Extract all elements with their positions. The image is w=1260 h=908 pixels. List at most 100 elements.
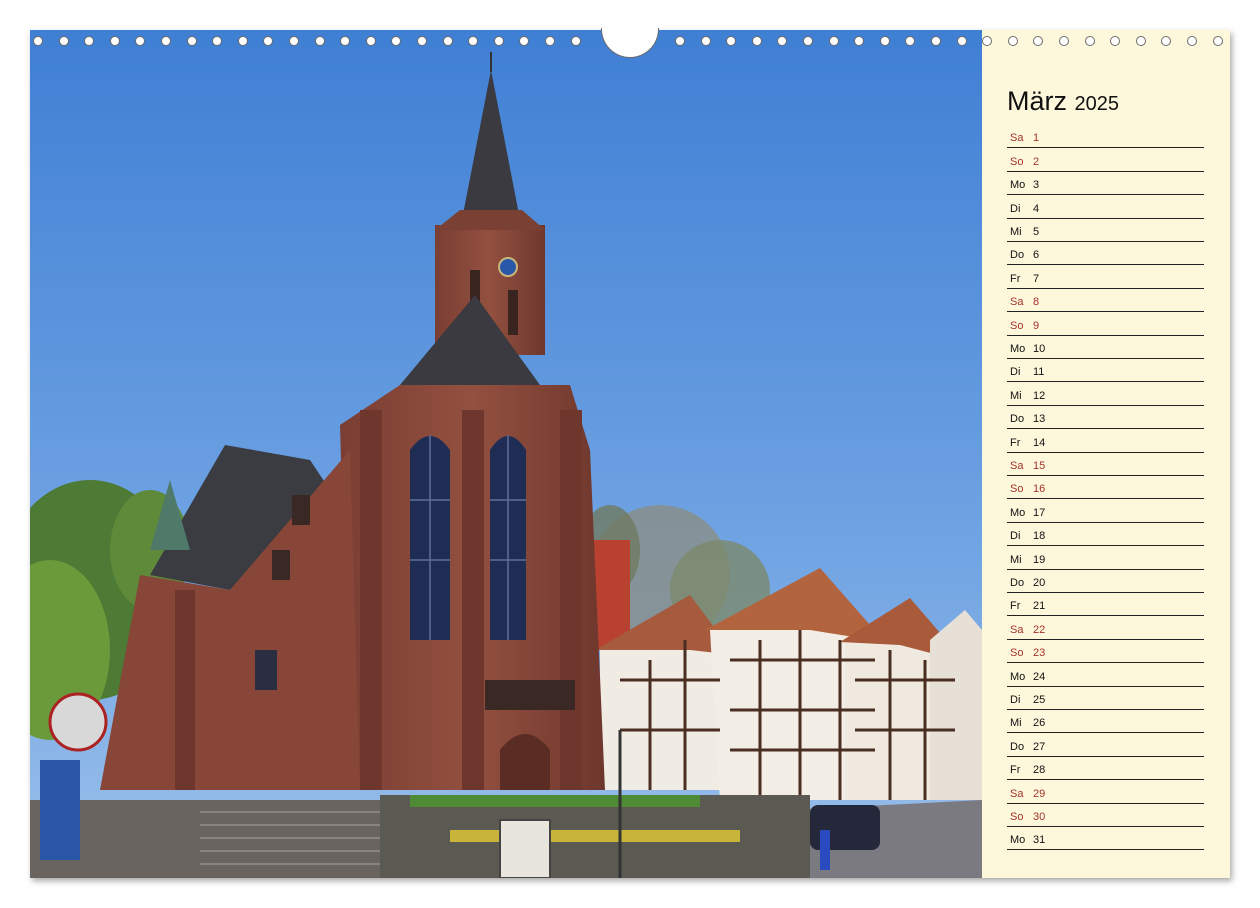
binding-ring [289,36,299,46]
church-photo [30,30,982,878]
day-number: 22 [1033,623,1046,636]
day-row: Mi 12 [1007,382,1204,406]
weekday-label: So [1010,810,1024,823]
day-number: 17 [1033,506,1046,519]
day-row: Mo 17 [1007,499,1204,523]
weekday-label: Fr [1010,764,1021,777]
day-row: Fr 7 [1007,265,1204,289]
church-photo-illustration [30,30,982,878]
day-number: 23 [1033,647,1046,660]
binding-ring [854,36,865,46]
day-number: 28 [1033,764,1046,777]
day-row: Di 18 [1007,523,1204,547]
binding-ring [468,36,479,46]
binding-ring [905,36,916,46]
binding-ring [751,36,762,46]
day-number: 29 [1033,787,1046,800]
day-row: Di 11 [1007,359,1204,383]
day-number: 31 [1033,834,1046,847]
day-row: Do 6 [1007,242,1204,266]
binding-ring [161,36,171,46]
binding-ring [519,36,530,46]
day-row: So 30 [1007,804,1204,827]
calendar-page: März 2025 Sa 1 So 2 Mo 3 Di 4 Mi 5 Do 6 Fr 7 Sa 8 So 9 Mo 1… [30,28,1230,878]
day-number: 15 [1033,459,1046,472]
binding-ring [365,36,376,46]
weekday-label: Fr [1010,436,1021,449]
weekday-label: Fr [1010,600,1021,613]
weekday-label: Di [1010,693,1021,706]
day-row: So 2 [1007,148,1204,172]
binding-ring [186,36,197,46]
weekday-label: Mi [1010,389,1022,402]
day-number: 30 [1033,810,1046,823]
weekday-label: Sa [1010,459,1024,472]
weekday-label: Do [1010,740,1025,753]
binding-ring [340,36,351,46]
day-number: 24 [1033,670,1046,683]
day-row: Mo 3 [1007,172,1204,196]
binding-ring [803,36,813,46]
weekday-label: Mi [1010,225,1022,238]
weekday-label: So [1010,155,1024,168]
day-row: So 16 [1007,476,1204,500]
binding-ring [442,36,453,46]
day-number: 19 [1033,553,1046,566]
day-row: Fr 21 [1007,593,1204,617]
day-row: Do 20 [1007,570,1204,593]
day-row: Do 13 [1007,406,1204,430]
day-number: 3 [1033,179,1040,192]
month-name: März [1007,86,1067,116]
day-row: So 9 [1007,312,1204,336]
day-row: Sa 15 [1007,453,1204,476]
day-number: 21 [1033,600,1046,613]
binding-ring [982,36,993,46]
day-number: 26 [1033,717,1046,730]
day-number: 13 [1033,413,1046,426]
binding-ring [777,36,788,46]
weekday-label: Mo [1010,506,1026,519]
day-row: Di 25 [1007,687,1204,710]
weekday-label: Do [1010,413,1025,426]
weekday-label: Di [1010,202,1021,215]
day-row: Fr 28 [1007,757,1204,781]
binding-ring [493,36,504,46]
weekday-label: Sa [1010,623,1024,636]
day-row: Di 4 [1007,195,1204,219]
day-number: 9 [1033,319,1040,332]
binding-ring [956,36,967,46]
day-row: Mo 31 [1007,827,1204,851]
weekday-label: Do [1010,576,1025,589]
calendar-sidebar: März 2025 Sa 1 So 2 Mo 3 Di 4 Mi 5 Do 6 Fr 7 Sa 8 So 9 Mo 1… [1007,30,1207,878]
month-title: März 2025 [1007,86,1119,117]
weekday-label: Di [1010,366,1021,379]
binding-ring [212,36,223,46]
binding-ring [391,36,402,46]
binding-ring [879,36,890,46]
weekday-label: So [1010,647,1024,660]
day-number: 25 [1033,693,1046,706]
day-row: So 23 [1007,640,1204,664]
binding-ring [109,36,120,46]
day-number: 18 [1033,530,1046,543]
binding-ring [931,36,941,46]
day-number: 20 [1033,576,1046,589]
weekday-label: So [1010,483,1024,496]
binding-ring [545,36,555,46]
weekday-label: Mi [1010,553,1022,566]
binding-ring [314,36,325,46]
weekday-label: Mo [1010,179,1026,192]
day-row: Mi 5 [1007,219,1204,242]
day-number: 8 [1033,296,1040,309]
weekday-label: Mo [1010,670,1026,683]
binding-ring [58,36,69,46]
weekday-label: Sa [1010,132,1024,145]
day-row: Sa 22 [1007,616,1204,640]
day-number: 14 [1033,436,1046,449]
binding-ring [84,36,95,46]
day-number: 27 [1033,740,1046,753]
day-number: 11 [1033,366,1045,379]
binding-ring [726,36,737,46]
day-row: Sa 8 [1007,289,1204,313]
binding-ring [33,36,43,46]
